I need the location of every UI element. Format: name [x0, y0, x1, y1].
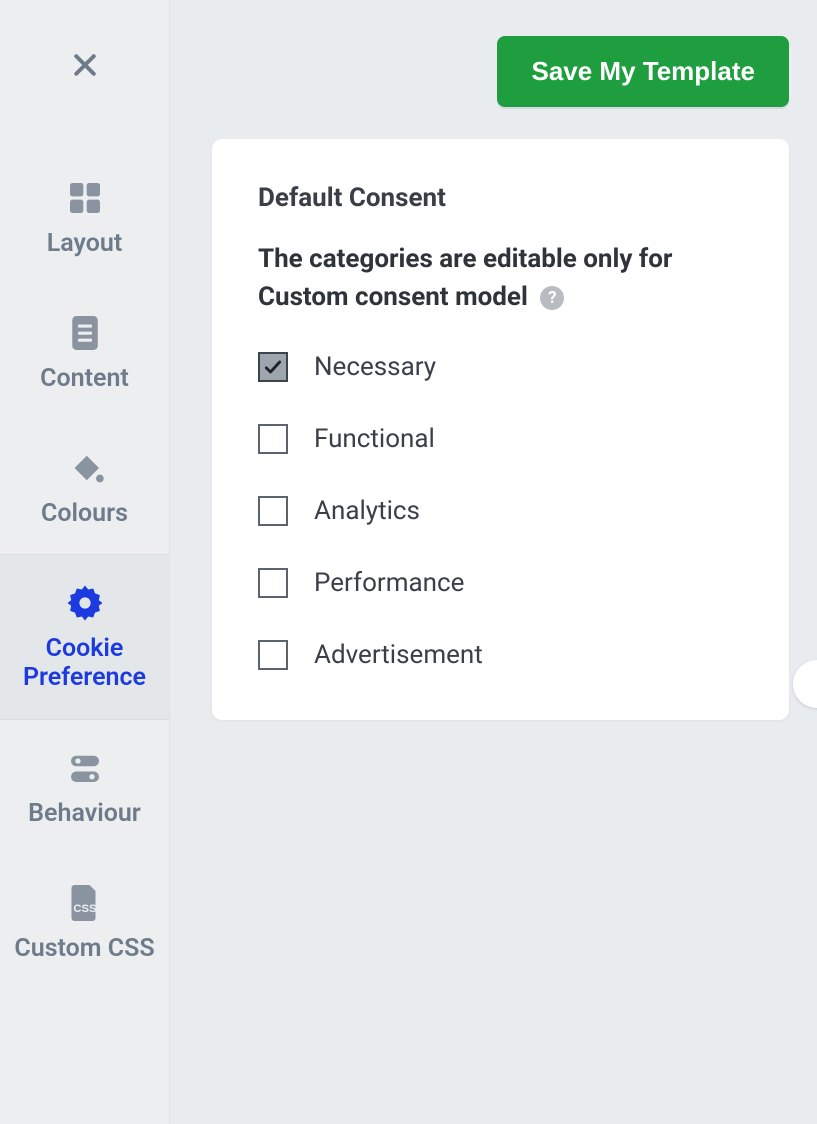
- default-consent-panel: Default Consent The categories are edita…: [212, 139, 789, 720]
- checkbox-functional[interactable]: [258, 424, 288, 454]
- paint-bucket-icon: [63, 446, 107, 490]
- consent-row-advertisement: Advertisement: [258, 640, 743, 670]
- consent-label: Necessary: [314, 352, 436, 382]
- app-root: Layout Content Colours: [0, 0, 817, 1124]
- sidebar-item-custom-css[interactable]: CSS Custom CSS: [0, 855, 169, 990]
- sidebar-item-cookie-preference[interactable]: Cookie Preference: [0, 554, 169, 720]
- consent-row-necessary: Necessary: [258, 352, 743, 382]
- consent-label: Functional: [314, 424, 435, 454]
- panel-subtitle-text: The categories are editable only for Cus…: [258, 244, 672, 312]
- check-icon: [263, 357, 283, 377]
- panel-title: Default Consent: [258, 183, 743, 213]
- sidebar-item-label: Colours: [41, 500, 128, 529]
- grid-icon: [63, 176, 107, 220]
- help-icon[interactable]: ?: [540, 286, 564, 310]
- css-file-icon: CSS: [63, 881, 107, 925]
- document-icon: [63, 311, 107, 355]
- checkbox-performance[interactable]: [258, 568, 288, 598]
- checkbox-analytics[interactable]: [258, 496, 288, 526]
- sidebar-item-behaviour[interactable]: Behaviour: [0, 720, 169, 855]
- consent-row-performance: Performance: [258, 568, 743, 598]
- consent-row-functional: Functional: [258, 424, 743, 454]
- consent-category-list: Necessary Functional Analytics Performan…: [258, 352, 743, 670]
- sidebar-item-label: Layout: [47, 230, 123, 259]
- sidebar-item-label: Behaviour: [28, 800, 141, 829]
- toggles-icon: [63, 746, 107, 790]
- svg-text:CSS: CSS: [73, 903, 97, 915]
- consent-row-analytics: Analytics: [258, 496, 743, 526]
- consent-label: Analytics: [314, 496, 420, 526]
- main-content: Save My Template Default Consent The cat…: [170, 0, 817, 1124]
- sidebar-item-label: Cookie Preference: [8, 635, 161, 693]
- sidebar-item-label: Custom CSS: [14, 935, 154, 964]
- close-icon: [70, 50, 100, 80]
- save-template-button[interactable]: Save My Template: [497, 36, 789, 107]
- sidebar-item-colours[interactable]: Colours: [0, 420, 169, 555]
- gear-icon: [63, 581, 107, 625]
- checkbox-necessary[interactable]: [258, 352, 288, 382]
- sidebar-item-content[interactable]: Content: [0, 285, 169, 420]
- panel-subtitle: The categories are editable only for Cus…: [258, 241, 743, 316]
- top-actions: Save My Template: [212, 36, 789, 107]
- consent-label: Performance: [314, 568, 464, 598]
- sidebar-item-label: Content: [40, 365, 129, 394]
- close-button[interactable]: [0, 50, 169, 80]
- checkbox-advertisement[interactable]: [258, 640, 288, 670]
- sidebar: Layout Content Colours: [0, 0, 170, 1124]
- sidebar-item-layout[interactable]: Layout: [0, 150, 169, 285]
- consent-label: Advertisement: [314, 640, 483, 670]
